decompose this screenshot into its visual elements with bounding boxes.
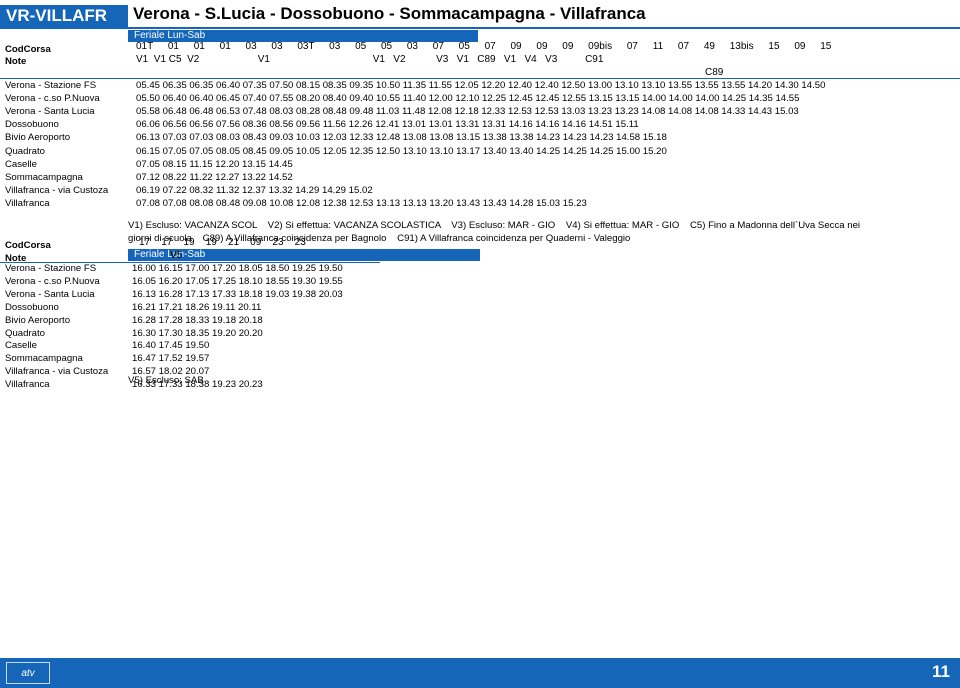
note-values: V1 V1 C5 V2 V1 V1 V2 V3 V1 C89 V1 V4 V3 … (136, 54, 604, 65)
station-label: Villafranca (5, 197, 50, 209)
station-times: 16.30 17.30 18.35 19.20 20.20 (132, 327, 263, 339)
footer-bar (0, 658, 960, 688)
station-times: 07.12 08.22 11.22 12.27 13.22 14.52 (136, 171, 293, 183)
codcorsa-values-2: 17 17 19 19 21 09 23 23 (139, 237, 306, 248)
table-divider (0, 78, 960, 79)
note-values-2: V5 (170, 250, 183, 261)
station-label: Villafranca - via Custoza (5, 184, 109, 196)
station-times: 05.50 06.40 06.40 06.45 07.40 07.55 08.2… (136, 93, 800, 105)
codcorsa-label-2: CodCorsa (5, 240, 51, 251)
atv-logo: atv (6, 662, 50, 684)
station-label: Sommacampagna (5, 353, 83, 365)
station-label: Verona - Santa Lucia (5, 106, 95, 118)
codcorsa-values: 01T 01 01 01 03 03 03T 03 05 05 03 07 05… (136, 41, 832, 52)
line-code-tag: VR-VILLAFR (0, 5, 128, 27)
station-times: 07.08 07.08 08.08 08.48 09.08 10.08 12.0… (136, 197, 587, 209)
notes-legend-2: V5) Escluso: SAB (128, 375, 204, 386)
station-times: 06.19 07.22 08.32 11.32 12.37 13.32 14.2… (136, 184, 373, 196)
station-label: Quadrato (5, 145, 46, 157)
station-times: 05.58 06.48 06.48 06.53 07.48 08.03 08.2… (136, 106, 799, 118)
station-times: 06.06 06.56 06.56 07.56 08.36 08.56 09.5… (136, 119, 639, 131)
station-label: Dossobuono (5, 301, 59, 313)
station-label: Bivio Aeroporto (5, 314, 71, 326)
station-label: Caselle (5, 158, 37, 170)
header-rule (0, 27, 960, 29)
station-times: 16.28 17.28 18.33 19.18 20.18 (132, 314, 263, 326)
note-label: Note (5, 56, 27, 67)
station-times: 16.05 16.20 17.05 17.25 18.10 18.55 19.3… (132, 275, 343, 287)
station-times: 07.05 08.15 11.15 12.20 13.15 14.45 (136, 158, 293, 170)
page-title: Verona - S.Lucia - Dossobuono - Sommacam… (133, 4, 646, 23)
station-label: Sommacampagna (5, 171, 83, 183)
station-label: Dossobuono (5, 119, 59, 131)
station-label: Bivio Aeroporto (5, 132, 71, 144)
notes-legend-line-1: V1) Escluso: VACANZA SCOL V2) Si effettu… (128, 220, 861, 231)
station-times: 16.00 16.15 17.00 17.20 18.05 18.50 19.2… (132, 263, 343, 274)
station-label: Verona - Santa Lucia (5, 288, 95, 300)
station-label: Villafranca - via Custoza (5, 366, 109, 378)
station-label: Verona - c.so P.Nuova (5, 275, 100, 287)
codcorsa-label: CodCorsa (5, 44, 51, 55)
station-times: 16.21 17.21 18.26 19.11 20.11 (132, 301, 262, 313)
station-label: Quadrato (5, 327, 46, 339)
station-times: 06.13 07.03 07.03 08.03 08.43 09.03 10.0… (136, 132, 667, 144)
station-times: 16.47 17.52 19.57 (132, 353, 210, 365)
station-times: 05.45 06.35 06.35 06.40 07.35 07.50 08.1… (136, 80, 826, 91)
station-times: 16.40 17.45 19.50 (132, 340, 210, 352)
station-label: Villafranca (5, 379, 50, 391)
station-label: Verona - Stazione FS (5, 263, 97, 274)
station-times: 16.13 16.28 17.13 17.33 18.18 19.03 19.3… (132, 288, 343, 300)
station-times: 06.15 07.05 07.05 08.05 08.45 09.05 10.0… (136, 145, 667, 157)
station-label: Caselle (5, 340, 37, 352)
note-values-second-line: C89 (705, 67, 724, 78)
station-label: Verona - c.so P.Nuova (5, 93, 100, 105)
station-label: Verona - Stazione FS (5, 80, 97, 91)
page-number: 11 (932, 662, 950, 681)
